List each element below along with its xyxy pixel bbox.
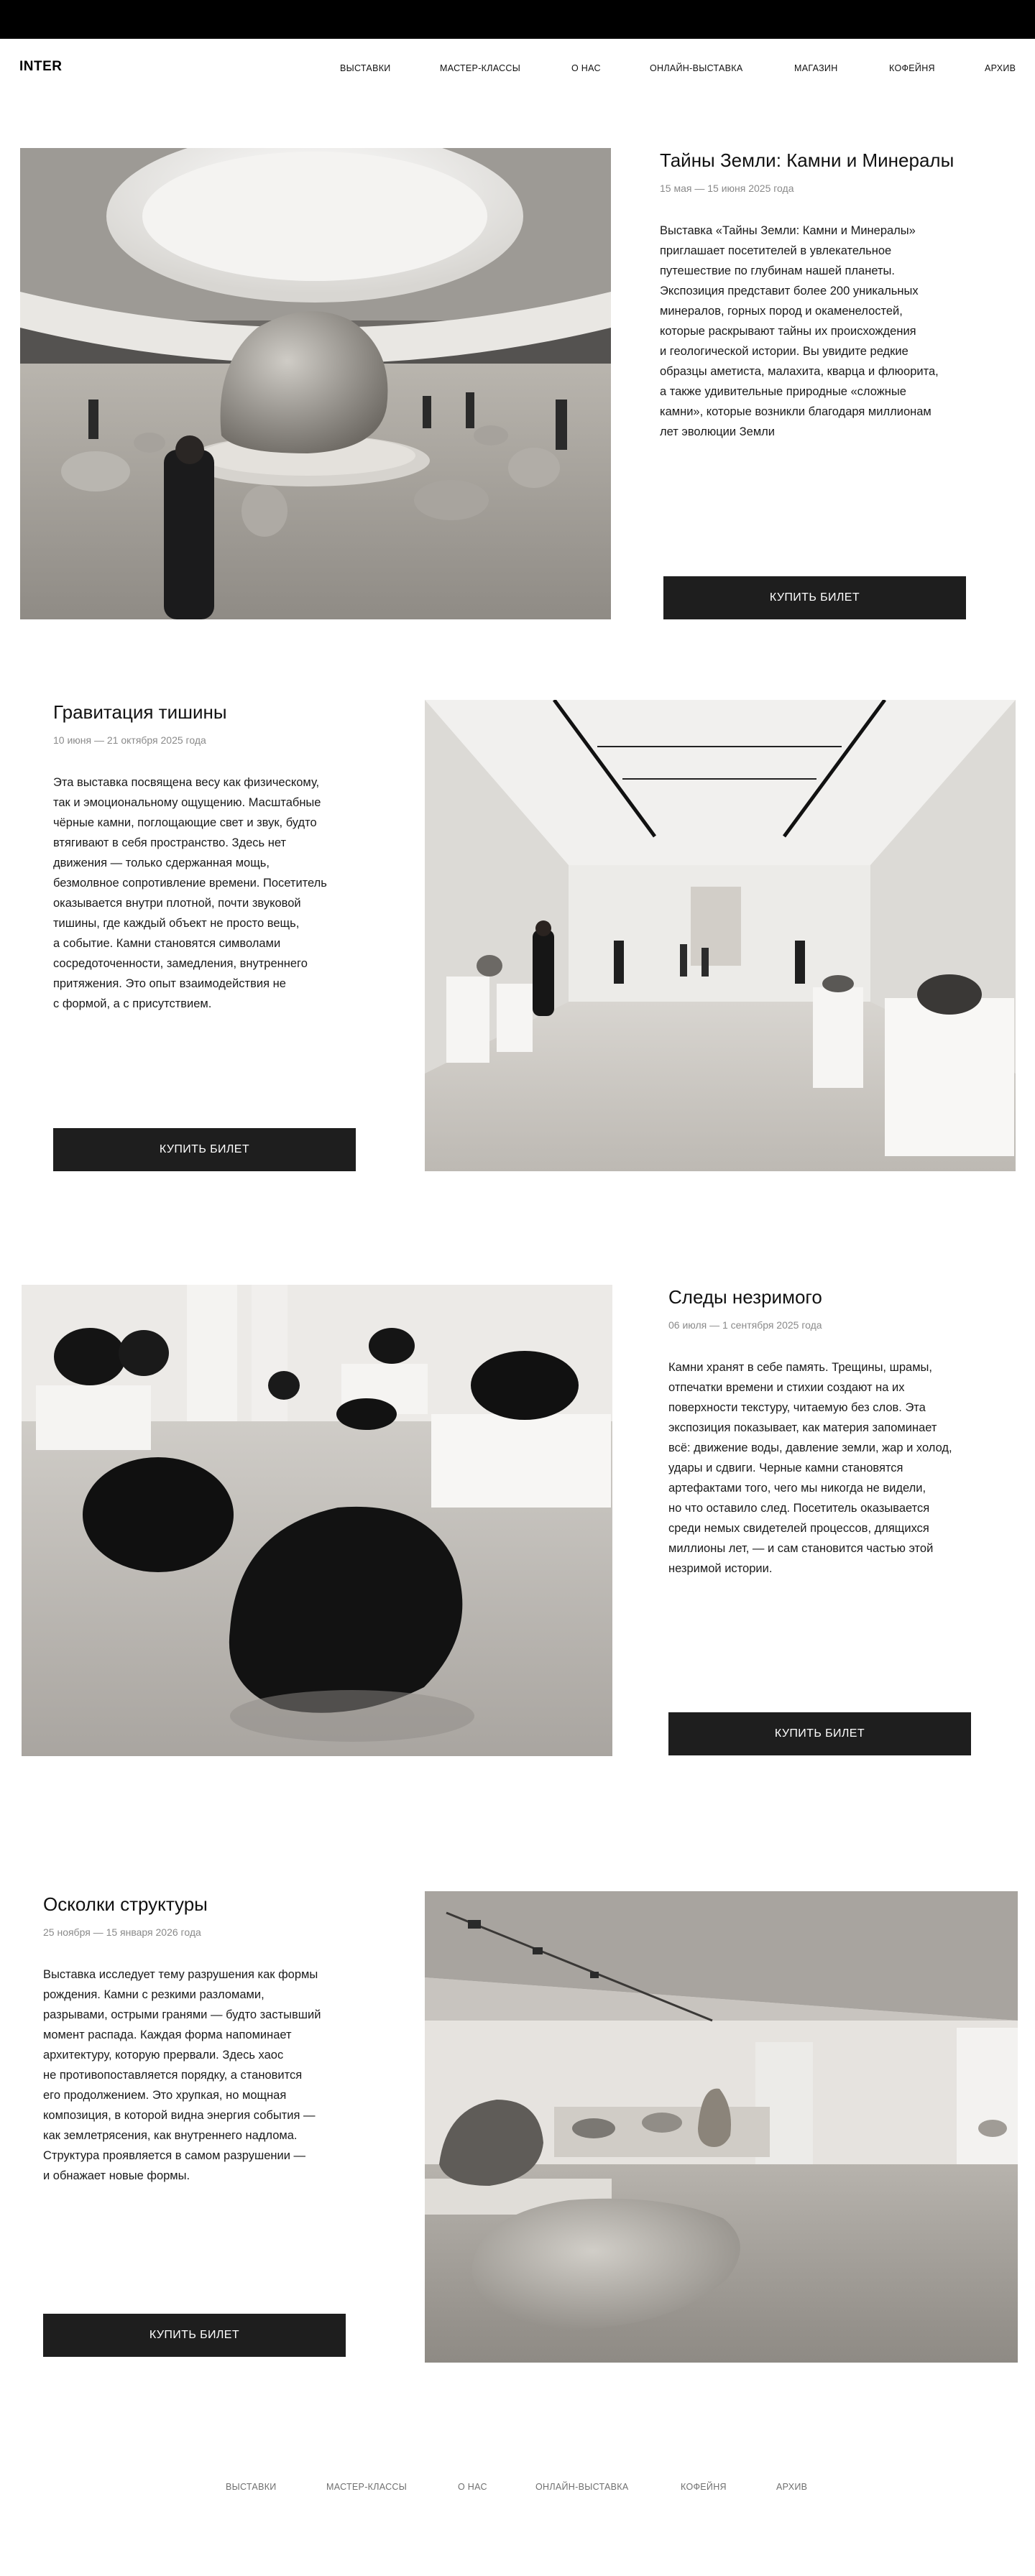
exhibition-photo-black-stones: [22, 1285, 612, 1756]
exhibition-description: Выставка исследует тему разрушения как ф…: [43, 1968, 321, 2182]
buy-ticket-button[interactable]: КУПИТЬ БИЛЕТ: [668, 1712, 971, 1755]
nav-item-masterclasses[interactable]: МАСТЕР-КЛАССЫ: [440, 63, 520, 73]
buy-ticket-button[interactable]: КУПИТЬ БИЛЕТ: [43, 2314, 346, 2357]
exhibition-photo-white-gallery: [425, 700, 1016, 1171]
nav-item-cafe[interactable]: КОФЕЙНЯ: [889, 63, 935, 73]
top-black-bar: [0, 0, 1035, 39]
exhibition-description: Эта выставка посвящена весу как физическ…: [53, 776, 327, 1010]
nav-item-exhibitions[interactable]: ВЫСТАВКИ: [340, 63, 391, 73]
buy-ticket-button[interactable]: КУПИТЬ БИЛЕТ: [663, 576, 966, 619]
rotunda-hall-illustration: [20, 148, 611, 619]
footer-item-online-exhibition[interactable]: ОНЛАЙН-ВЫСТАВКА: [535, 2482, 629, 2492]
nav-item-archive[interactable]: АРХИВ: [985, 63, 1016, 73]
exhibition-dates: 06 июля — 1 сентября 2025 года: [668, 1319, 822, 1331]
long-gallery-illustration: [425, 1891, 1018, 2363]
footer-item-exhibitions[interactable]: ВЫСТАВКИ: [226, 2482, 277, 2492]
main-nav: ВЫСТАВКИ МАСТЕР-КЛАССЫ О НАС ОНЛАЙН-ВЫСТ…: [0, 63, 1035, 78]
footer-item-cafe[interactable]: КОФЕЙНЯ: [681, 2482, 727, 2492]
nav-item-online-exhibition[interactable]: ОНЛАЙН-ВЫСТАВКА: [650, 63, 743, 73]
site-footer: ВЫСТАВКИ МАСТЕР-КЛАССЫ О НАС ОНЛАЙН-ВЫСТ…: [0, 2472, 1035, 2515]
exhibition-description: Камни хранят в себе память. Трещины, шра…: [668, 1361, 952, 1575]
site-header: INTER ВЫСТАВКИ МАСТЕР-КЛАССЫ О НАС ОНЛАЙ…: [0, 39, 1035, 98]
footer-item-about[interactable]: О НАС: [458, 2482, 487, 2492]
exhibition-photo-long-gallery: [425, 1891, 1018, 2363]
buy-ticket-button[interactable]: КУПИТЬ БИЛЕТ: [53, 1128, 356, 1171]
exhibition-dates: 10 июня — 21 октября 2025 года: [53, 734, 206, 746]
footer-item-archive[interactable]: АРХИВ: [776, 2482, 807, 2492]
exhibition-dates: 15 мая — 15 июня 2025 года: [660, 183, 794, 194]
exhibition-description: Выставка «Тайны Земли: Камни и Минералы»…: [660, 224, 939, 438]
nav-item-shop[interactable]: МАГАЗИН: [794, 63, 838, 73]
exhibition-title: Гравитация тишины: [53, 701, 227, 723]
black-stones-illustration: [22, 1285, 612, 1756]
footer-item-masterclasses[interactable]: МАСТЕР-КЛАССЫ: [326, 2482, 407, 2492]
white-gallery-illustration: [425, 700, 1016, 1171]
exhibition-dates: 25 ноября — 15 января 2026 года: [43, 1926, 201, 1938]
exhibition-photo-rotunda: [20, 148, 611, 619]
exhibition-title: Тайны Земли: Камни и Минералы: [660, 149, 954, 171]
exhibition-title: Следы незримого: [668, 1286, 822, 1308]
exhibition-title: Осколки структуры: [43, 1893, 208, 1915]
nav-item-about[interactable]: О НАС: [571, 63, 601, 73]
